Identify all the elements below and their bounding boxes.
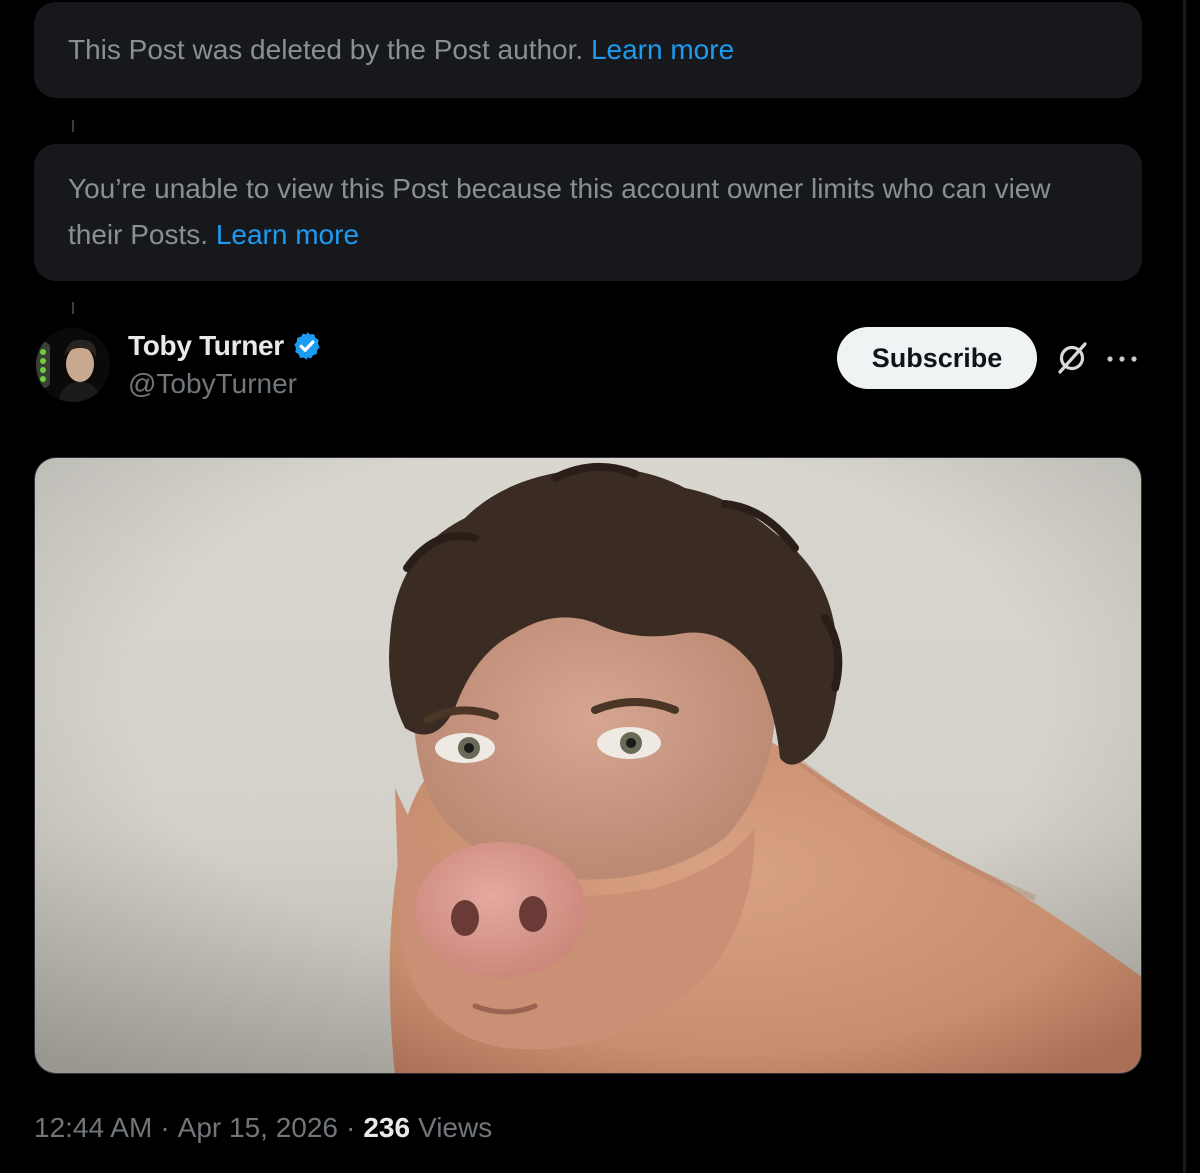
meta-separator: · xyxy=(160,1112,170,1143)
deleted-post-notice: This Post was deleted by the Post author… xyxy=(34,2,1142,98)
author-name-row[interactable]: Toby Turner xyxy=(128,328,323,364)
thread-connector xyxy=(72,302,74,314)
verified-badge-icon xyxy=(294,332,320,360)
author-handle[interactable]: @TobyTurner xyxy=(128,368,297,400)
views-label: Views xyxy=(418,1112,493,1143)
author-avatar[interactable] xyxy=(36,328,110,402)
column-border xyxy=(1183,0,1186,1173)
more-icon[interactable] xyxy=(1104,354,1140,364)
subscribe-button[interactable]: Subscribe xyxy=(837,327,1037,389)
post-meta: 12:44 AM · Apr 15, 2026 · 236 Views xyxy=(34,1108,492,1148)
thread-connector xyxy=(72,120,74,132)
author-name[interactable]: Toby Turner xyxy=(128,330,284,362)
post-image[interactable] xyxy=(34,457,1142,1074)
deleted-post-text: This Post was deleted by the Post author… xyxy=(68,34,584,65)
views-count: 236 xyxy=(363,1112,411,1143)
post-time[interactable]: 12:44 AM xyxy=(34,1112,152,1144)
post-date[interactable]: Apr 15, 2026 xyxy=(178,1112,338,1144)
post-image-graphic xyxy=(35,458,1141,1073)
avatar-icon xyxy=(36,328,110,402)
grok-icon[interactable] xyxy=(1054,340,1090,376)
learn-more-link[interactable]: Learn more xyxy=(591,34,734,65)
restricted-post-notice: You’re unable to view this Post because … xyxy=(34,144,1142,281)
meta-separator: · xyxy=(345,1112,356,1143)
learn-more-link[interactable]: Learn more xyxy=(216,219,359,250)
